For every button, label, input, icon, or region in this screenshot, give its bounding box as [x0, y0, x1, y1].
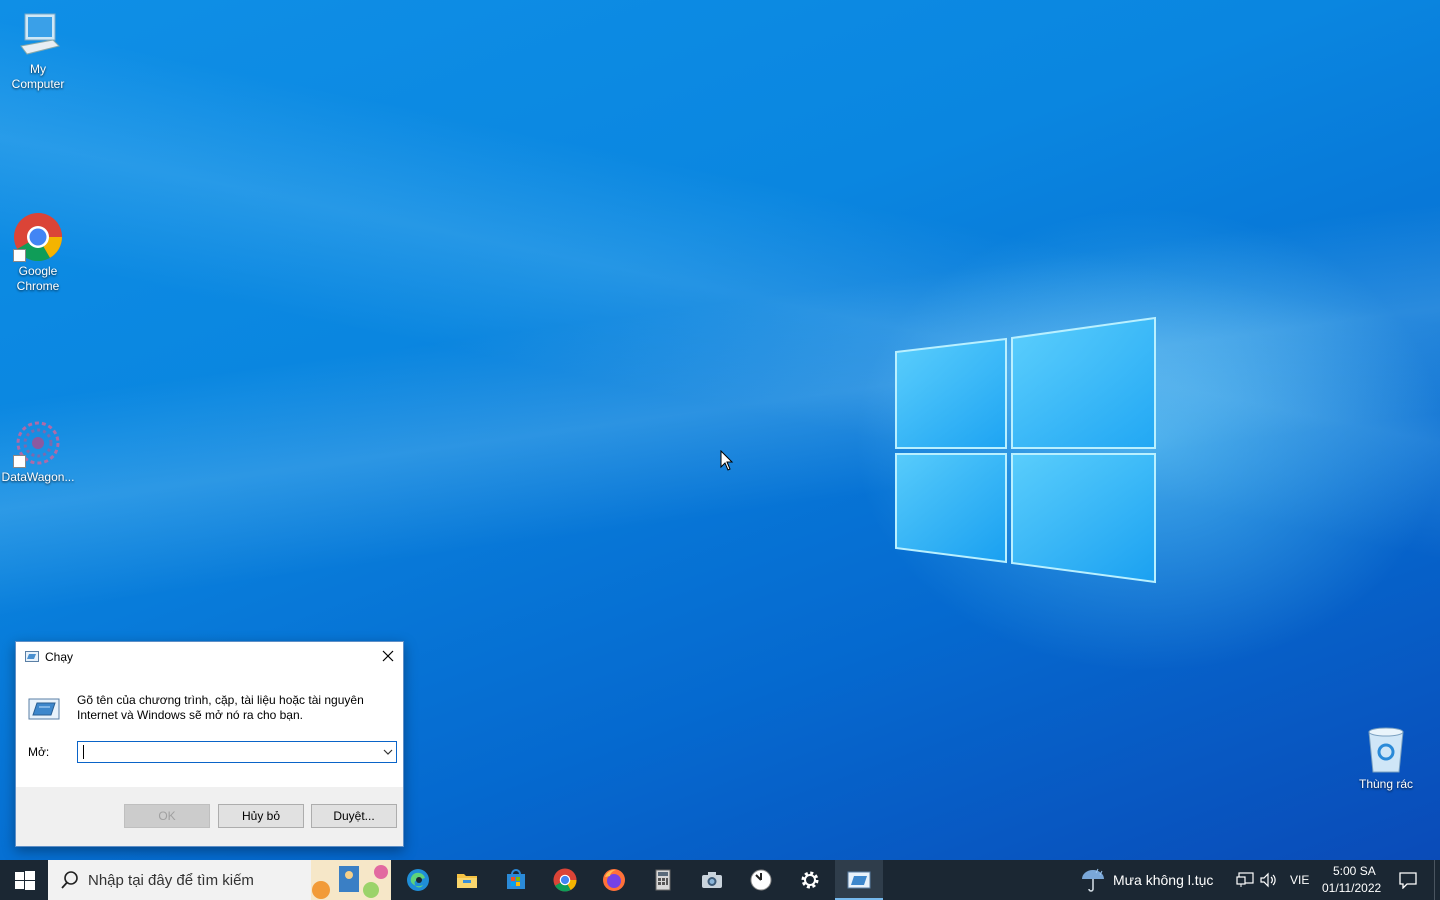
desktop-icon-label: Chrome — [16, 279, 60, 293]
search-highlight-illustration — [311, 860, 391, 900]
network-icon[interactable] — [1236, 872, 1254, 888]
mouse-cursor-icon — [720, 450, 734, 471]
desktop-icon-google-chrome[interactable]: Google Chrome — [0, 212, 76, 294]
calculator-icon — [655, 869, 671, 891]
taskbar-chrome[interactable] — [541, 860, 589, 900]
recycle-bin-icon — [1368, 727, 1404, 773]
windows-logo-wallpaper — [895, 316, 1156, 584]
taskbar-store[interactable] — [492, 860, 540, 900]
clock-date: 01/11/2022 — [1322, 881, 1382, 895]
run-icon — [847, 871, 871, 889]
taskbar-settings[interactable] — [786, 860, 834, 900]
start-button[interactable] — [0, 860, 48, 900]
run-program-icon — [28, 698, 60, 720]
recycle-bin-label: Thùng rác — [1358, 777, 1414, 791]
taskbar-edge[interactable] — [394, 860, 442, 900]
computer-icon — [20, 13, 60, 55]
edge-icon — [407, 869, 429, 891]
show-desktop-button[interactable] — [1434, 860, 1440, 900]
run-dialog-footer: OK Hủy bỏ Duyệt... — [16, 787, 403, 846]
taskbar: Nhập tại đây để tìm kiếm Mưa không l.tục… — [0, 860, 1440, 900]
clock[interactable]: 5:00 SA 01/11/2022 — [1316, 860, 1388, 900]
desktop-icon-label: Computer — [11, 77, 65, 91]
chrome-icon — [553, 868, 577, 892]
windows-start-icon — [15, 871, 35, 890]
run-icon — [25, 651, 39, 662]
camera-icon — [702, 872, 722, 888]
taskbar-camera[interactable] — [688, 860, 736, 900]
clock-time: 5:00 SA — [1333, 864, 1376, 878]
taskbar-file-explorer[interactable] — [443, 860, 491, 900]
desktop-icon-my-computer[interactable]: My Computer — [0, 10, 76, 92]
run-dialog-title: Chạy — [45, 650, 74, 664]
chevron-down-icon[interactable] — [382, 746, 394, 758]
clock-icon — [750, 869, 772, 891]
text-caret — [83, 745, 84, 759]
settings-icon — [801, 871, 819, 889]
open-label: Mở: — [28, 745, 50, 759]
file-explorer-icon — [457, 874, 477, 888]
shortcut-arrow-icon — [13, 249, 26, 262]
weather-text: Mưa không l.tục — [1113, 872, 1214, 888]
taskbar-search-box[interactable]: Nhập tại đây để tìm kiếm — [48, 860, 391, 900]
desktop-icon-label: My — [30, 62, 46, 76]
store-icon — [507, 869, 525, 889]
open-input[interactable] — [82, 743, 372, 761]
taskbar-calculator[interactable] — [639, 860, 687, 900]
rain-umbrella-icon — [1082, 868, 1104, 892]
desktop-icon-label: Google — [18, 264, 58, 278]
desktop: My Computer Google Chrome DataWagon... T… — [0, 0, 1440, 860]
run-dialog-description: Gõ tên của chương trình, cặp, tài liệu h… — [77, 693, 364, 722]
run-dialog: Chạy Gõ tên của chương trình, cặp, tài l… — [15, 641, 404, 847]
weather-widget[interactable]: Mưa không l.tục — [1078, 860, 1220, 900]
browse-button[interactable]: Duyệt... — [311, 804, 397, 828]
close-icon[interactable] — [373, 642, 403, 671]
language-indicator[interactable]: VIE — [1290, 873, 1309, 887]
taskbar-run[interactable] — [835, 860, 883, 900]
volume-icon[interactable] — [1259, 872, 1277, 888]
taskbar-clock-app[interactable] — [737, 860, 785, 900]
ok-button[interactable]: OK — [124, 804, 210, 828]
cancel-button[interactable]: Hủy bỏ — [218, 804, 304, 828]
search-icon — [61, 871, 78, 889]
desktop-icon-label: DataWagon... — [1, 470, 75, 484]
desktop-icon-recycle-bin[interactable]: Thùng rác — [1350, 726, 1422, 791]
firefox-icon — [603, 869, 625, 891]
run-dialog-titlebar[interactable]: Chạy — [16, 642, 403, 672]
search-placeholder: Nhập tại đây để tìm kiếm — [88, 872, 254, 889]
taskbar-firefox[interactable] — [590, 860, 638, 900]
open-combobox[interactable] — [77, 741, 397, 763]
shortcut-arrow-icon — [13, 455, 26, 468]
notification-center-icon[interactable] — [1398, 871, 1418, 889]
desktop-icon-datawagon[interactable]: DataWagon... — [0, 418, 76, 485]
